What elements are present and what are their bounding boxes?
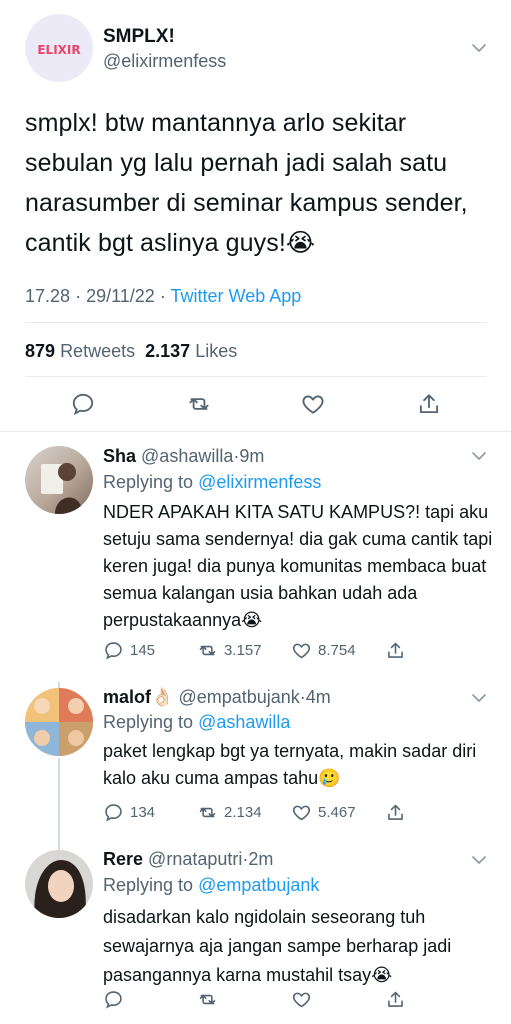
tweet-stats: 879 Retweets 2.137 Likes xyxy=(25,341,237,362)
heart-icon xyxy=(292,643,311,658)
display-name[interactable]: malof👌🏻 xyxy=(103,687,173,707)
retweets-count[interactable]: 879 xyxy=(25,341,55,361)
share-button[interactable] xyxy=(385,987,412,1011)
main-tweet: ELIXIR SMPLX! @elixirmenfess smplx! btw … xyxy=(0,0,511,432)
meta-separator: · xyxy=(75,286,82,306)
mention-link[interactable]: @elixirmenfess xyxy=(198,472,321,492)
divider xyxy=(25,322,487,323)
replying-to-label: Replying to xyxy=(103,875,194,895)
reply-icon[interactable] xyxy=(70,391,96,417)
reply-icon xyxy=(105,990,122,1009)
likes-label[interactable]: Likes xyxy=(195,341,237,361)
replying-to-label: Replying to xyxy=(103,472,194,492)
thread-line xyxy=(58,758,60,844)
retweets-label[interactable]: Retweets xyxy=(60,341,135,361)
replies-count: 145 xyxy=(130,641,156,659)
reply-tweet: Rere @rnataputri·2m Replying to @empatbu… xyxy=(0,844,511,1024)
display-name[interactable]: Rere xyxy=(103,849,143,869)
reply-actions xyxy=(103,987,503,1013)
tweet-time: 17.28 xyxy=(25,286,71,306)
reply-text: paket lengkap bgt ya ternyata, makin sad… xyxy=(103,741,477,788)
avatar[interactable]: ELIXIR xyxy=(25,14,93,82)
user-handle[interactable]: @empatbujank xyxy=(178,687,299,707)
meta-separator: · xyxy=(159,286,166,306)
replies-count: 134 xyxy=(130,803,156,821)
heart-icon xyxy=(292,805,311,820)
retweet-icon[interactable] xyxy=(186,391,212,417)
share-icon xyxy=(388,991,403,1007)
reply-header: malof👌🏻 @empatbujank·4m xyxy=(103,687,331,708)
retweets-count: 2.134 xyxy=(224,803,262,821)
replying-to-label: Replying to xyxy=(103,712,194,732)
share-icon[interactable] xyxy=(416,391,442,417)
svg-text:ELIXIR: ELIXIR xyxy=(37,43,80,57)
avatar[interactable] xyxy=(25,688,93,756)
share-button[interactable] xyxy=(385,800,412,824)
replying-to: Replying to @empatbujank xyxy=(103,875,319,896)
reply-actions: 134 2.134 5.467 xyxy=(103,800,503,826)
like-button[interactable]: 5.467 xyxy=(291,800,356,824)
share-icon xyxy=(388,642,403,658)
chevron-down-icon[interactable] xyxy=(470,42,488,54)
reply-icon xyxy=(105,641,122,660)
share-icon xyxy=(388,804,403,820)
like-button[interactable]: 8.754 xyxy=(291,638,356,662)
divider xyxy=(25,376,487,377)
retweet-icon xyxy=(199,645,216,655)
avatar-photo xyxy=(41,463,83,514)
replying-to: Replying to @ashawilla xyxy=(103,712,290,733)
replying-to: Replying to @elixirmenfess xyxy=(103,472,321,493)
display-name[interactable]: Sha xyxy=(103,446,136,466)
tweet-actions xyxy=(0,389,511,419)
user-handle[interactable]: @ashawilla xyxy=(141,446,233,466)
reply-text: NDER APAKAH KITA SATU KAMPUS?! tapi aku … xyxy=(103,502,493,630)
reply-tweet: Sha @ashawilla·9m Replying to @elixirmen… xyxy=(0,432,511,682)
likes-count[interactable]: 2.137 xyxy=(145,341,190,361)
retweet-icon xyxy=(199,994,216,1004)
reply-icon xyxy=(105,803,122,822)
share-button[interactable] xyxy=(385,638,412,662)
like-button[interactable] xyxy=(291,987,318,1011)
likes-count: 5.467 xyxy=(318,803,356,821)
elixir-logo: ELIXIR xyxy=(37,43,80,57)
reply-button[interactable]: 145 xyxy=(103,638,155,662)
chevron-down-icon[interactable] xyxy=(470,692,488,704)
tweet-date: 29/11/22 xyxy=(86,286,155,306)
retweet-icon xyxy=(199,807,216,817)
reply-tweet: malof👌🏻 @empatbujank·4m Replying to @ash… xyxy=(0,682,511,844)
retweet-button[interactable] xyxy=(197,987,224,1011)
tweet-source-link[interactable]: Twitter Web App xyxy=(171,286,302,306)
retweet-button[interactable]: 3.157 xyxy=(197,638,262,662)
reply-button[interactable] xyxy=(103,987,130,1011)
avatar[interactable] xyxy=(25,446,93,514)
likes-count: 8.754 xyxy=(318,641,356,659)
chevron-down-icon[interactable] xyxy=(470,854,488,866)
display-name[interactable]: SMPLX! xyxy=(103,26,175,48)
reply-header: Rere @rnataputri·2m xyxy=(103,849,273,870)
user-handle[interactable]: @rnataputri xyxy=(148,849,242,869)
chevron-down-icon[interactable] xyxy=(470,450,488,462)
retweet-button[interactable]: 2.134 xyxy=(197,800,262,824)
tweet-meta: 17.28 · 29/11/22 · Twitter Web App xyxy=(25,286,301,307)
mention-link[interactable]: @empatbujank xyxy=(198,875,319,895)
mention-link[interactable]: @ashawilla xyxy=(198,712,290,732)
avatar[interactable] xyxy=(25,850,93,918)
reply-button[interactable]: 134 xyxy=(103,800,155,824)
reply-header: Sha @ashawilla·9m xyxy=(103,446,264,467)
heart-icon[interactable] xyxy=(300,391,326,417)
avatar-photo xyxy=(25,688,93,756)
avatar-photo xyxy=(34,860,86,918)
reply-text: disadarkan kalo ngidolain seseorang tuh … xyxy=(103,907,452,985)
tweet-text: smplx! btw mantannya arlo sekitar sebula… xyxy=(25,109,468,257)
heart-icon xyxy=(292,992,311,1007)
retweets-count: 3.157 xyxy=(224,641,262,659)
reply-time: 2m xyxy=(248,849,274,869)
user-handle[interactable]: @elixirmenfess xyxy=(103,51,226,72)
reply-time: 4m xyxy=(305,687,331,707)
reply-actions: 145 3.157 8.754 xyxy=(103,638,503,664)
reply-time: 9m xyxy=(239,446,265,466)
